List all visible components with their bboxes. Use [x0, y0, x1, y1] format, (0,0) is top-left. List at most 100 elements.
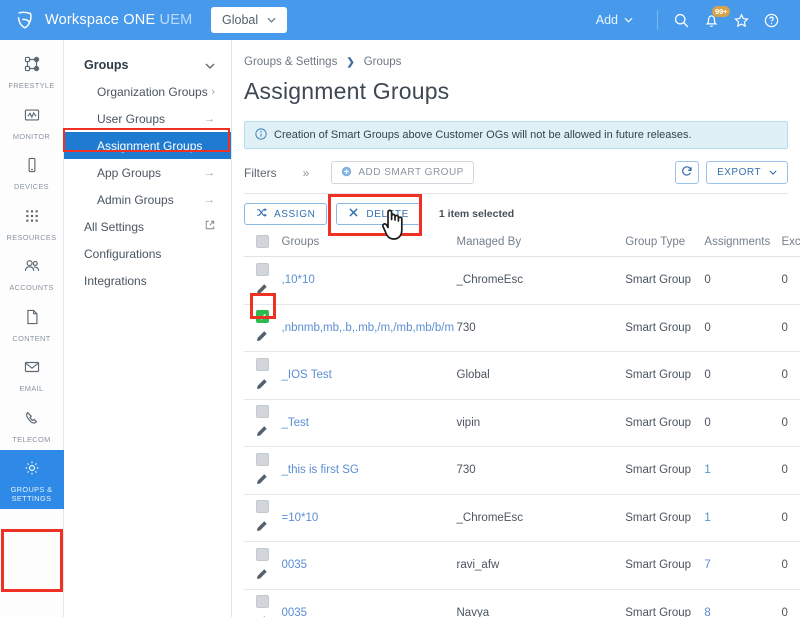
- table-row[interactable]: _Test vipin Smart Group 0 0: [244, 399, 800, 447]
- org-group-selector[interactable]: Global: [211, 7, 288, 33]
- assign-button[interactable]: ASSIGN: [244, 203, 328, 225]
- row-checkbox[interactable]: [256, 405, 269, 419]
- nav-section-groups[interactable]: Groups: [64, 52, 231, 78]
- rail-item-devices[interactable]: DEVICES: [0, 147, 64, 198]
- email-icon: [23, 358, 41, 381]
- rail-item-monitor[interactable]: MONITOR: [0, 97, 64, 148]
- cell-exclusions: 0: [781, 589, 800, 617]
- nav-item-assignment-groups[interactable]: Assignment Groups: [64, 132, 231, 159]
- column-header-exclusions[interactable]: Exclus: [781, 235, 800, 257]
- assignments-link[interactable]: 7: [704, 559, 710, 571]
- cell-exclusions: 0: [781, 446, 800, 495]
- rail-item-email[interactable]: EMAIL: [0, 349, 64, 400]
- table-row[interactable]: 0035 ravi_afw Smart Group 7 0: [244, 541, 800, 590]
- table-row[interactable]: _this is first SG 730 Smart Group 1 0: [244, 446, 800, 495]
- delete-button[interactable]: DELETE: [336, 203, 421, 225]
- chevron-right-icon: ›: [211, 85, 215, 98]
- assignments-link[interactable]: 1: [704, 464, 710, 476]
- column-header-group-type[interactable]: Group Type: [625, 235, 705, 257]
- edit-icon[interactable]: [256, 473, 268, 488]
- row-controls: [244, 310, 282, 345]
- column-header-assignments[interactable]: Assignments: [704, 235, 782, 257]
- breadcrumb-root[interactable]: Groups & Settings: [244, 56, 337, 68]
- row-checkbox[interactable]: [256, 452, 269, 466]
- rail-label: FREESTYLE: [8, 81, 55, 90]
- select-all-checkbox[interactable]: [256, 235, 269, 248]
- cell-assignments: 0: [704, 399, 782, 447]
- table-row[interactable]: _IOS Test Global Smart Group 0 0: [244, 351, 800, 400]
- rail-item-groups-and-settings[interactable]: GROUPS & SETTINGS: [0, 450, 64, 510]
- row-select-cell: [244, 589, 282, 617]
- column-header-managed-by[interactable]: Managed By: [456, 235, 626, 257]
- rail-item-freestyle[interactable]: FREESTYLE: [0, 46, 64, 97]
- group-link[interactable]: ,10*10: [282, 274, 315, 286]
- nav-item-label: Integrations: [84, 273, 147, 288]
- rail-item-resources[interactable]: RESOURCES: [0, 198, 64, 249]
- table-row[interactable]: =10*10 _ChromeEsc Smart Group 1 0: [244, 494, 800, 542]
- content-icon: [23, 308, 41, 331]
- favorites-button[interactable]: [726, 0, 756, 40]
- cell-exclusions: 0: [781, 541, 800, 590]
- row-checkbox[interactable]: [256, 500, 269, 514]
- external-link-icon: [205, 220, 215, 233]
- group-link[interactable]: =10*10: [282, 512, 319, 524]
- cell-assignments: 0: [704, 351, 782, 400]
- group-link[interactable]: 0035: [282, 607, 308, 617]
- edit-icon[interactable]: [256, 378, 268, 393]
- cell-group: 0035: [281, 589, 457, 617]
- nav-item-integrations[interactable]: Integrations: [64, 267, 231, 294]
- cell-managed-by: vipin: [456, 399, 626, 447]
- rail-item-content[interactable]: CONTENT: [0, 299, 64, 350]
- edit-icon[interactable]: [256, 568, 268, 583]
- notifications-button[interactable]: 99+: [696, 0, 731, 40]
- group-link[interactable]: _this is first SG: [282, 464, 359, 476]
- nav-item-app-groups[interactable]: App Groups →: [64, 159, 231, 186]
- group-link[interactable]: ,nbnmb,mb,.b,.mb,/m,/mb,mb/b/m: [282, 322, 455, 334]
- row-checkbox[interactable]: [256, 547, 269, 561]
- breadcrumb-current[interactable]: Groups: [364, 56, 402, 68]
- edit-icon[interactable]: [256, 330, 268, 345]
- edit-icon[interactable]: [256, 425, 268, 440]
- group-link[interactable]: _IOS Test: [282, 369, 332, 381]
- rail-item-accounts[interactable]: ACCOUNTS: [0, 248, 64, 299]
- help-button[interactable]: [756, 0, 786, 40]
- arrow-right-icon: →: [204, 193, 215, 206]
- nav-item-user-groups[interactable]: User Groups →: [64, 105, 231, 132]
- search-button[interactable]: [666, 0, 696, 40]
- table-body: ,10*10 _ChromeEsc Smart Group 0 0 ,nbnmb…: [244, 256, 800, 617]
- table-row[interactable]: ,nbnmb,mb,.b,.mb,/m,/mb,mb/b/m 730 Smart…: [244, 304, 800, 352]
- rail-label: DEVICES: [14, 182, 49, 192]
- group-link[interactable]: 0035: [282, 559, 308, 571]
- row-checkbox[interactable]: [256, 357, 269, 371]
- refresh-button[interactable]: [675, 161, 700, 184]
- nav-item-organization-groups[interactable]: Organization Groups ›: [64, 78, 231, 105]
- add-smart-group-button[interactable]: ADD SMART GROUP: [331, 161, 474, 184]
- row-checkbox[interactable]: [256, 262, 269, 276]
- groups-table: Groups Managed By Group Type Assignments…: [244, 235, 800, 617]
- chevron-down-icon: [267, 15, 276, 25]
- export-button[interactable]: EXPORT: [706, 161, 788, 184]
- delete-label: DELETE: [366, 208, 409, 220]
- row-checkbox[interactable]: [256, 595, 269, 609]
- add-menu-button[interactable]: Add: [580, 0, 649, 40]
- row-select-cell: [244, 304, 282, 352]
- assignments-link[interactable]: 1: [704, 512, 710, 524]
- column-header-groups[interactable]: Groups: [281, 235, 457, 257]
- primary-nav-rail: FREESTYLE MONITOR DEVICES RESOURCES ACCO…: [0, 40, 64, 617]
- edit-icon[interactable]: [256, 520, 268, 535]
- table-row[interactable]: ,10*10 _ChromeEsc Smart Group 0 0: [244, 256, 800, 305]
- nav-item-admin-groups[interactable]: Admin Groups →: [64, 186, 231, 213]
- nav-item-configurations[interactable]: Configurations: [64, 240, 231, 267]
- table-row[interactable]: 0035 Navya Smart Group 8 0: [244, 589, 800, 617]
- edit-icon[interactable]: [256, 283, 268, 298]
- assignments-link[interactable]: 8: [704, 607, 710, 617]
- breadcrumb: Groups & Settings ❯ Groups: [232, 40, 800, 68]
- rail-item-telecom[interactable]: TELECOM: [0, 400, 64, 451]
- row-select-cell: [244, 446, 282, 495]
- group-link[interactable]: _Test: [282, 417, 310, 429]
- nav-item-all-settings[interactable]: All Settings: [64, 213, 231, 240]
- row-checkbox-selected[interactable]: [256, 310, 269, 324]
- add-smart-group-label: ADD SMART GROUP: [358, 167, 464, 178]
- expand-filters-icon[interactable]: »: [303, 166, 310, 180]
- cell-managed-by: _ChromeEsc: [456, 494, 626, 542]
